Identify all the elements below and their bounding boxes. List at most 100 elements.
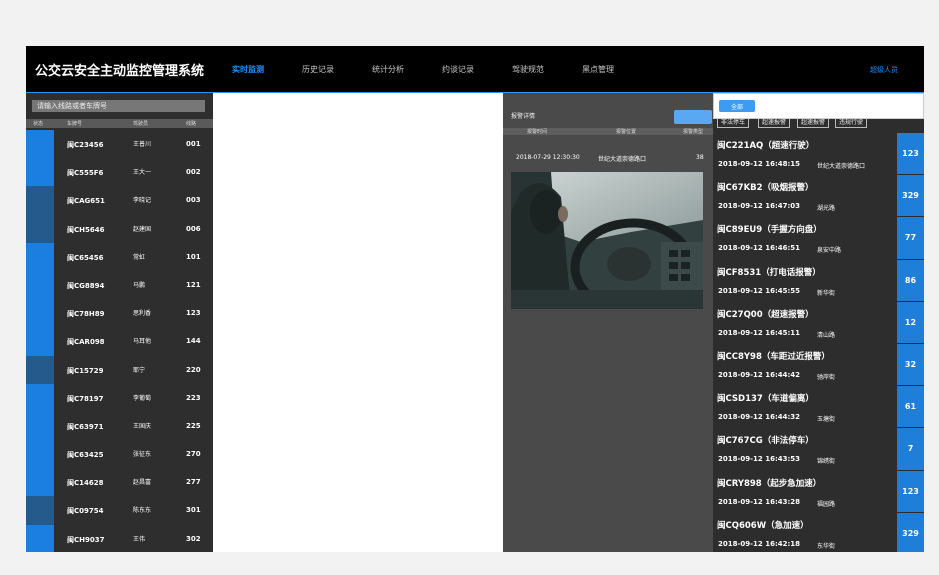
alarm-time: 2018-09-12 16:47:03: [718, 202, 801, 211]
vehicle-route: 223: [186, 393, 201, 402]
vehicle-driver: 赵昌富: [133, 479, 152, 487]
vehicle-status-indicator: [26, 440, 54, 469]
map-area[interactable]: [213, 93, 503, 552]
alarm-row[interactable]: 闽CRY898（起步急加速） 2018-09-12 16:43:28 福园路 123: [713, 470, 924, 513]
vehicle-plate: 闽C15729: [67, 366, 104, 375]
vehicle-row[interactable]: 闽C78H89 思利香 123: [26, 299, 213, 328]
vehicle-list-header: 状态 车牌号 驾驶员 线路: [26, 119, 213, 128]
vehicle-row[interactable]: 闽C09754 陈东东 301: [26, 496, 213, 525]
vehicle-route: 270: [186, 450, 201, 459]
alarm-row[interactable]: 闽C221AQ（超速行驶） 2018-09-12 16:48:15 世纪大道崇德路口…: [713, 133, 924, 175]
nav-realtime-monitoring[interactable]: 实时监测: [232, 64, 264, 75]
alarm-list-panel: 全部 非法停车 超速报警 超速报警 违规行驶 闽C221AQ（超速行驶） 2018…: [713, 93, 924, 552]
nav-interview-records[interactable]: 约谈记录: [442, 64, 474, 75]
vehicle-row[interactable]: 闽C78197 李葡萄 223: [26, 383, 213, 412]
vehicle-plate: 闽C14628: [67, 479, 104, 488]
alarm-time: 2018-09-12 16:44:42: [718, 370, 801, 379]
vehicle-row[interactable]: 闽CAG651 李晓记 003: [26, 186, 213, 215]
chip-speeding-2[interactable]: 超速报警: [797, 119, 830, 128]
chip-speeding[interactable]: 超速报警: [758, 119, 791, 128]
vehicle-driver: 王大一: [133, 169, 152, 177]
chip-violation[interactable]: 违规行驶: [835, 119, 868, 128]
nav-driving-rules[interactable]: 驾驶规范: [512, 64, 544, 75]
alarm-vehicle-type: 闽C89EU9（手握方向盘）: [717, 225, 822, 236]
alarm-type-chips: 非法停车 超速报警 超速报警 违规行驶: [713, 119, 924, 128]
driver-camera-photo[interactable]: [511, 172, 703, 309]
alarm-count-badge[interactable]: 32: [897, 343, 924, 386]
vehicle-driver: 马鹏: [133, 281, 146, 289]
vehicle-plate: 闽CAR098: [67, 338, 105, 347]
nav-statistics[interactable]: 统计分析: [372, 64, 404, 75]
vehicle-search-input[interactable]: [32, 100, 205, 112]
vehicle-row[interactable]: 闽C23456 王普川 001: [26, 130, 213, 159]
vehicle-route: 002: [186, 168, 201, 177]
vehicle-row[interactable]: 闽C65456 常虹 101: [26, 242, 213, 271]
nav-history[interactable]: 历史记录: [302, 64, 334, 75]
alarm-row[interactable]: 闽CQ606W（急加速） 2018-09-12 16:42:18 东华街 329: [713, 512, 924, 552]
alarm-time: 2018-09-12 16:43:28: [718, 497, 801, 506]
column-alarm-time: 报警时间: [527, 129, 548, 135]
vehicle-driver: 张征东: [133, 451, 152, 459]
alarm-list: 闽C221AQ（超速行驶） 2018-09-12 16:48:15 世纪大道崇德路口…: [713, 133, 924, 552]
alarm-row[interactable]: 闽CC8Y98（车距过近报警） 2018-09-12 16:44:42 驰岸街 32: [713, 343, 924, 386]
vehicle-route: 003: [186, 196, 201, 205]
vehicle-driver: 思利香: [133, 310, 152, 318]
vehicle-row[interactable]: 闽CG8894 马鹏 121: [26, 270, 213, 300]
vehicle-row[interactable]: 闽CH5646 赵建国 006: [26, 214, 213, 243]
vehicle-plate: 闽C555F6: [67, 169, 104, 178]
vehicle-status-indicator: [26, 242, 54, 271]
user-link[interactable]: 超级人员: [870, 65, 898, 75]
alarm-time: 2018-09-12 16:48:15: [718, 160, 801, 168]
vehicle-route: 006: [186, 224, 201, 233]
alarm-row[interactable]: 闽C67KB2（吸烟报警） 2018-09-12 16:47:03 湖光路 329: [713, 175, 924, 217]
alarm-count-badge[interactable]: 61: [897, 386, 924, 428]
alarm-location: 东华街: [817, 542, 836, 550]
nav-blackspot-management[interactable]: 黑点管理: [582, 64, 614, 75]
alarm-count-badge[interactable]: 123: [897, 133, 924, 175]
alarm-detail-panel: 报警详情 报警时间 报警位置 报警类型 2018-07-29 12:30:30 …: [503, 93, 713, 552]
vehicle-row[interactable]: 闽C14628 赵昌富 277: [26, 468, 213, 497]
alarm-count-badge[interactable]: 86: [897, 259, 924, 301]
alarm-time: 2018-09-12 16:42:18: [718, 539, 801, 548]
alarm-location: 驰岸街: [817, 373, 836, 381]
vehicle-row[interactable]: 闽CH9037 王伟 302: [26, 524, 213, 552]
vehicle-row[interactable]: 闽CAR098 马耳他 144: [26, 327, 213, 356]
alarm-location: 湖光路: [817, 205, 836, 213]
alarm-vehicle-type: 闽C221AQ（超速行驶）: [717, 141, 815, 151]
vehicle-row[interactable]: 闽C63971 王国庆 225: [26, 411, 213, 441]
vehicle-driver: 王普川: [133, 141, 152, 148]
alarm-time: 2018-09-12 16:43:53: [718, 455, 801, 464]
vehicle-row[interactable]: 闽C63425 张征东 270: [26, 440, 213, 469]
vehicle-status-indicator: [26, 158, 54, 187]
vehicle-row[interactable]: 闽C15729 耶宁 220: [26, 355, 213, 384]
alarm-detail-action-button[interactable]: [674, 110, 712, 124]
alarm-location: 玉塘街: [817, 416, 836, 424]
alarm-time: 2018-09-12 16:45:55: [718, 286, 801, 295]
alarm-count-badge[interactable]: 12: [897, 301, 924, 343]
alarm-count-badge[interactable]: 329: [897, 175, 924, 217]
driver-camera-image: [511, 172, 703, 309]
filter-all-button[interactable]: 全部: [719, 100, 755, 112]
alarm-row[interactable]: 闽C89EU9（手握方向盘） 2018-09-12 16:46:51 泉安中路 77: [713, 217, 924, 259]
alarm-row[interactable]: 闽CSD137（车道偏离） 2018-09-12 16:44:32 玉塘街 61: [713, 386, 924, 428]
alarm-time: 2018-09-12 16:45:11: [718, 328, 801, 337]
chip-illegal-parking[interactable]: 非法停车: [717, 119, 750, 128]
vehicle-status-indicator: [26, 524, 54, 552]
alarm-count-badge[interactable]: 123: [897, 470, 924, 512]
alarm-count-badge[interactable]: 7: [897, 428, 924, 470]
vehicle-row[interactable]: 闽C555F6 王大一 002: [26, 158, 213, 187]
alarm-count-badge[interactable]: 329: [897, 512, 924, 552]
vehicle-plate: 闽CH5646: [67, 225, 105, 234]
alarm-vehicle-type: 闽C767CG（非法停车）: [717, 436, 814, 447]
alarm-detail-title: 报警详情: [511, 113, 536, 120]
vehicle-driver: 王伟: [133, 535, 146, 543]
alarm-row[interactable]: 闽CF8531（打电话报警） 2018-09-12 16:45:55 新华街 86: [713, 259, 924, 302]
column-driver: 驾驶员: [133, 121, 149, 127]
vehicle-plate: 闽C78H89: [67, 310, 105, 319]
alarm-count-badge[interactable]: 77: [897, 217, 924, 259]
vehicle-driver: 马耳他: [133, 338, 152, 346]
vehicle-route: 301: [186, 506, 201, 515]
alarm-row[interactable]: 闽C27Q00（超速报警） 2018-09-12 16:45:11 清山路 12: [713, 301, 924, 344]
vehicle-route: 121: [186, 280, 201, 289]
alarm-row[interactable]: 闽C767CG（非法停车） 2018-09-12 16:43:53 锦绣街 7: [713, 428, 924, 470]
